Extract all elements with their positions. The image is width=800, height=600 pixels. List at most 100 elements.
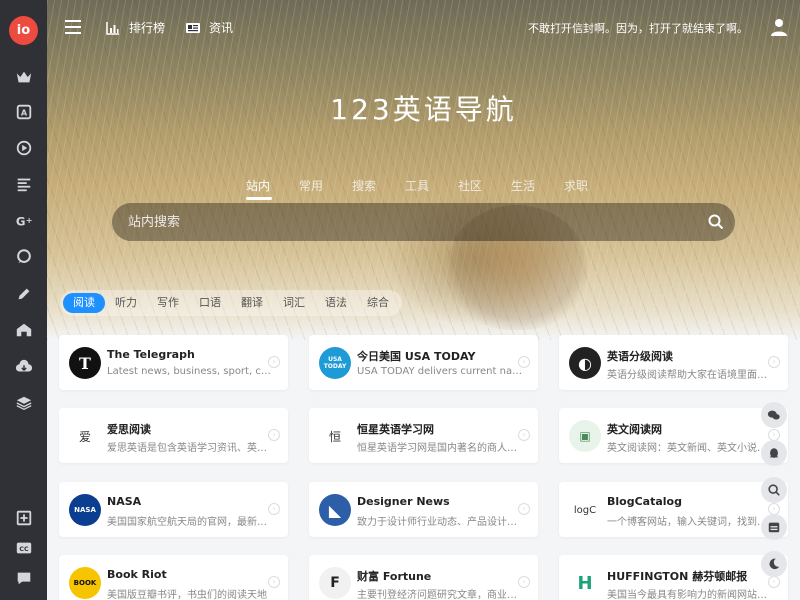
designer-news-logo: ◣ [319, 494, 351, 526]
category-tab-writing[interactable]: 写作 [147, 293, 189, 313]
category-tab-translation[interactable]: 翻译 [231, 293, 273, 313]
crown-icon[interactable] [13, 66, 35, 88]
chevron-right-icon[interactable]: › [518, 576, 530, 588]
huffington-logo: H [569, 567, 601, 599]
card-title: 恒星英语学习网 [357, 423, 434, 436]
card-title: HUFFINGTON 赫芬顿邮报 [607, 570, 748, 583]
site-card[interactable]: 恒 恒星英语学习网 恒星英语学习网是国内著名的商人气英语学习网站 › [309, 408, 538, 463]
plus-square-icon[interactable] [13, 507, 35, 529]
site-logo[interactable]: io [9, 16, 38, 45]
site-card[interactable]: ◣ Designer News 致力于设计师行业动态、产品设计资讯分享 › [309, 482, 538, 537]
site-card[interactable]: T The Telegraph Latest news, business, s… [59, 335, 288, 390]
card-description: 致力于设计师行业动态、产品设计资讯分享 [357, 517, 524, 528]
nav-news-label: 资讯 [209, 21, 234, 35]
list-icon[interactable] [13, 173, 35, 195]
card-description: 一个博客网站，输入关键词，找到你想要的博客 [607, 517, 774, 528]
search-tab-life[interactable]: 生活 [511, 177, 564, 194]
card-title: Book Riot [107, 568, 167, 581]
hengxing-logo: 恒 [319, 420, 351, 452]
sidebar: io A G + CC [0, 0, 47, 600]
search-tab-jobs[interactable]: 求职 [564, 177, 617, 194]
card-title: 英文阅读网 [607, 423, 662, 436]
reading-logo: ▣ [569, 420, 601, 452]
category-tab-general[interactable]: 综合 [357, 293, 399, 313]
site-card[interactable]: USA TODAY 今日美国 USA TODAY USA TODAY deliv… [309, 335, 538, 390]
card-description: 英语分级阅读帮助大家在语境里面记忆单词 [607, 370, 774, 381]
site-title: 123英语导航 [330, 93, 517, 126]
google-plus-icon[interactable]: G + [13, 210, 35, 232]
cloud-download-icon[interactable] [13, 356, 35, 378]
chevron-right-icon[interactable]: › [518, 429, 530, 441]
search-tab-search[interactable]: 搜索 [352, 177, 405, 194]
site-card[interactable]: H HUFFINGTON 赫芬顿邮报 美国当今最具有影响力的新闻网站之一 › [559, 555, 788, 600]
message-icon[interactable] [13, 567, 35, 589]
card-description: 美国当今最具有影响力的新闻网站之一 [607, 590, 774, 600]
nasa-logo: NASA [69, 494, 101, 526]
card-description: 美国版豆瓣书评，书虫们的阅读天地 [107, 590, 267, 600]
school-icon[interactable] [13, 319, 35, 341]
fortune-logo: F [319, 567, 351, 599]
chevron-right-icon[interactable]: › [268, 503, 280, 515]
site-card[interactable]: BOOK Book Riot 美国版豆瓣书评，书虫们的阅读天地 › [59, 555, 288, 600]
card-title: The Telegraph [107, 348, 195, 361]
card-description: USA TODAY delivers current national and … [357, 366, 524, 377]
category-tab-vocabulary[interactable]: 词汇 [273, 293, 315, 313]
svg-text:+: + [26, 215, 33, 225]
cc-icon[interactable]: CC [13, 537, 35, 559]
card-title: NASA [107, 495, 142, 508]
chevron-right-icon[interactable]: › [768, 356, 780, 368]
site-card[interactable]: NASA NASA 美国国家航空航天局的官网，最新太空资讯 › [59, 482, 288, 537]
card-title: 英语分级阅读 [607, 350, 673, 363]
category-tab-speaking[interactable]: 口语 [189, 293, 231, 313]
search-tabs: 站内 常用 搜索 工具 社区 生活 求职 [246, 177, 617, 200]
bookriot-logo: BOOK [69, 567, 101, 599]
category-tab-listening[interactable]: 听力 [105, 293, 147, 313]
chevron-right-icon[interactable]: › [268, 429, 280, 441]
search-icon[interactable] [761, 477, 787, 503]
category-tab-reading[interactable]: 阅读 [63, 293, 105, 313]
qq-icon[interactable] [761, 440, 787, 466]
site-card[interactable]: ▣ 英文阅读网 英文阅读网：英文新闻、英文小说、英文杂志 › [559, 408, 788, 463]
calendar-icon[interactable] [761, 514, 787, 540]
pencil-icon[interactable] [13, 283, 35, 305]
site-card[interactable]: logC BlogCatalog 一个博客网站，输入关键词，找到你想要的博客 › [559, 482, 788, 537]
card-description: 美国国家航空航天局的官网，最新太空资讯 [107, 517, 274, 528]
search-icon[interactable] [707, 213, 725, 231]
site-card[interactable]: ◐ 英语分级阅读 英语分级阅读帮助大家在语境里面记忆单词 › [559, 335, 788, 390]
moon-icon[interactable] [761, 551, 787, 577]
usatoday-logo: USA TODAY [319, 347, 351, 379]
nav-news[interactable]: 资讯 [185, 19, 233, 36]
dictionary-icon[interactable]: A [13, 101, 35, 123]
layers-icon[interactable] [13, 392, 35, 414]
nav-ranking-label: 排行榜 [129, 21, 166, 35]
card-description: 恒星英语学习网是国内著名的商人气英语学习网站 [357, 443, 524, 454]
search-tab-common[interactable]: 常用 [299, 177, 352, 194]
chevron-right-icon[interactable]: › [268, 576, 280, 588]
chevron-right-icon[interactable]: › [768, 576, 780, 588]
search-input[interactable] [128, 203, 688, 241]
chevron-right-icon[interactable]: › [518, 503, 530, 515]
globe-logo: ◐ [569, 347, 601, 379]
svg-text:G: G [16, 215, 26, 229]
category-tab-grammar[interactable]: 语法 [315, 293, 357, 313]
search-bar [112, 203, 735, 241]
bar-chart-icon [106, 21, 119, 35]
search-tab-site[interactable]: 站内 [246, 177, 299, 200]
site-card[interactable]: F 财富 Fortune 主要刊登经济问题研究文章，商业资讯 › [309, 555, 538, 600]
chevron-right-icon[interactable]: › [268, 356, 280, 368]
search-tab-community[interactable]: 社区 [458, 177, 511, 194]
chat-bubble-icon[interactable] [13, 246, 35, 268]
play-circle-icon[interactable] [13, 137, 35, 159]
user-icon[interactable] [770, 17, 788, 37]
menu-icon[interactable] [65, 20, 81, 34]
svg-text:CC: CC [19, 546, 29, 553]
card-title: Designer News [357, 495, 450, 508]
site-card[interactable]: 爱 爱思阅读 爱思英语是包含英语学习资讯、英语考试资料 › [59, 408, 288, 463]
wechat-icon[interactable] [761, 402, 787, 428]
aisi-logo: 爱 [69, 420, 101, 452]
nav-ranking[interactable]: 排行榜 [105, 19, 165, 36]
telegraph-logo: T [69, 347, 101, 379]
card-description: 爱思英语是包含英语学习资讯、英语考试资料 [107, 443, 274, 454]
chevron-right-icon[interactable]: › [518, 356, 530, 368]
search-tab-tools[interactable]: 工具 [405, 177, 458, 194]
